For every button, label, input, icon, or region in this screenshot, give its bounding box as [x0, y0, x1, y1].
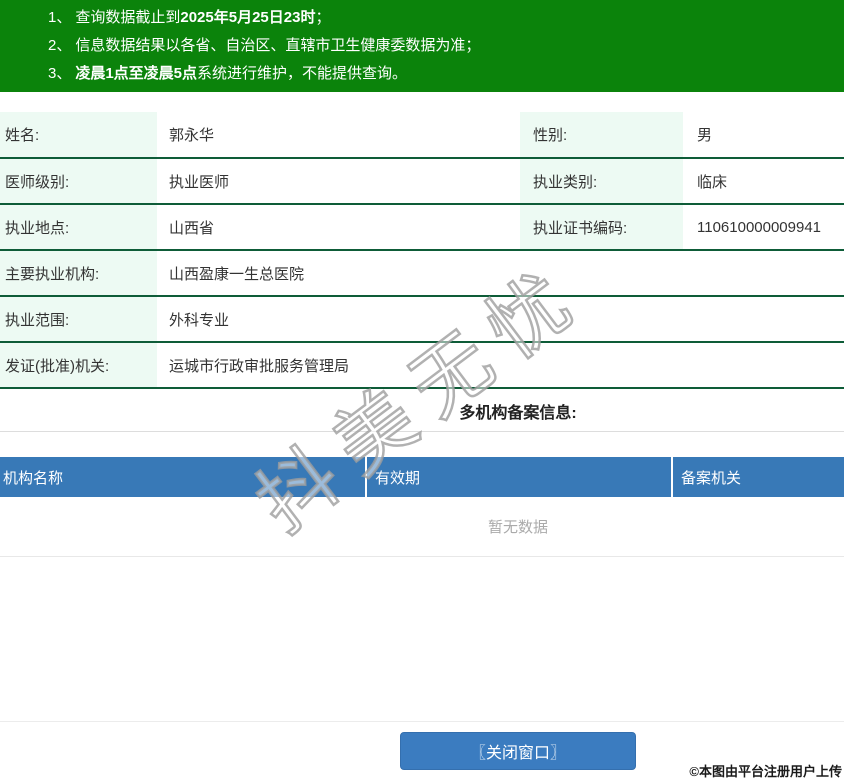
issuing-authority-value: 运城市行政审批服务管理局 — [157, 342, 844, 389]
table-row-main-institution: 主要执业机构: 山西盈康一生总医院 — [0, 250, 844, 297]
table-row-issuing-authority: 发证(批准)机关: 运城市行政审批服务管理局 — [0, 342, 844, 389]
empty-state-text: 暂无数据 — [0, 497, 844, 557]
filing-table-header: 机构名称 有效期 备案机关 — [0, 457, 844, 497]
column-header-institution: 机构名称 — [3, 469, 64, 487]
divider-line — [0, 721, 844, 722]
license-number-value: 110610000009941 — [683, 204, 844, 251]
notice-text: ； — [315, 9, 331, 26]
gender-value: 男 — [683, 112, 844, 159]
notice-text: 信息数据结果以各省、自治区、直辖市卫生健康委数据为准； — [75, 37, 481, 54]
practice-location-label: 执业地点: — [0, 204, 157, 251]
table-row-practice-scope: 执业范围: 外科专业 — [0, 296, 844, 343]
column-header-filing-authority: 备案机关 — [671, 457, 844, 497]
license-query-page: 1、 查询数据截止到2025年5月25日23时； 2、 信息数据结果以各省、自治区、… — [0, 0, 844, 783]
issuing-authority-label: 发证(批准)机关: — [0, 342, 157, 389]
table-row-name-gender: 姓名: 郭永华 性别: 男 — [0, 112, 844, 159]
doctor-level-value: 执业医师 — [157, 158, 520, 205]
practice-location-value: 山西省 — [157, 204, 520, 251]
doctor-level-label: 医师级别: — [0, 158, 157, 205]
notice-item-2: 2、 信息数据结果以各省、自治区、直辖市卫生健康委数据为准； — [48, 32, 834, 60]
notice-bold-text: 2025年5月25日23时 — [180, 9, 316, 26]
notice-number: 1、 — [48, 9, 72, 26]
practice-scope-value: 外科专业 — [157, 296, 844, 343]
practitioner-info-table: 姓名: 郭永华 性别: 男 医师级别: 执业医师 执业类别: 临床 执业地点: … — [0, 112, 844, 389]
gender-label: 性别: — [520, 112, 683, 159]
notice-number: 3、 — [48, 65, 72, 82]
main-institution-value: 山西盈康一生总医院 — [157, 250, 844, 297]
close-window-button[interactable]: 〖关闭窗口〗 — [400, 732, 636, 770]
practice-category-value: 临床 — [683, 158, 844, 205]
practice-category-label: 执业类别: — [520, 158, 683, 205]
notice-text: 系统进行维护，不能提供查询。 — [197, 65, 408, 82]
license-number-label: 执业证书编码: — [520, 204, 683, 251]
main-institution-label: 主要执业机构: — [0, 250, 157, 297]
notice-number: 2、 — [48, 37, 72, 54]
notice-item-3: 3、 凌晨1点至凌晨5点系统进行维护，不能提供查询。 — [48, 60, 834, 88]
notice-item-1: 1、 查询数据截止到2025年5月25日23时； — [48, 4, 834, 32]
name-label: 姓名: — [0, 112, 157, 159]
filing-section-title: 多机构备案信息: — [459, 405, 577, 422]
notice-text: 查询数据截止到 — [75, 9, 181, 26]
notice-bold-text: 凌晨1点至凌晨5点 — [75, 65, 198, 82]
copyright-note: ©本图由平台注册用户上传 — [689, 764, 842, 779]
divider-line — [0, 431, 844, 432]
practice-scope-label: 执业范围: — [0, 296, 157, 343]
column-header-validity: 有效期 — [365, 457, 671, 497]
notice-banner: 1、 查询数据截止到2025年5月25日23时； 2、 信息数据结果以各省、自治区、… — [0, 0, 844, 92]
table-row-level-category: 医师级别: 执业医师 执业类别: 临床 — [0, 158, 844, 205]
name-value: 郭永华 — [157, 112, 520, 159]
table-row-location-license: 执业地点: 山西省 执业证书编码: 110610000009941 — [0, 204, 844, 251]
